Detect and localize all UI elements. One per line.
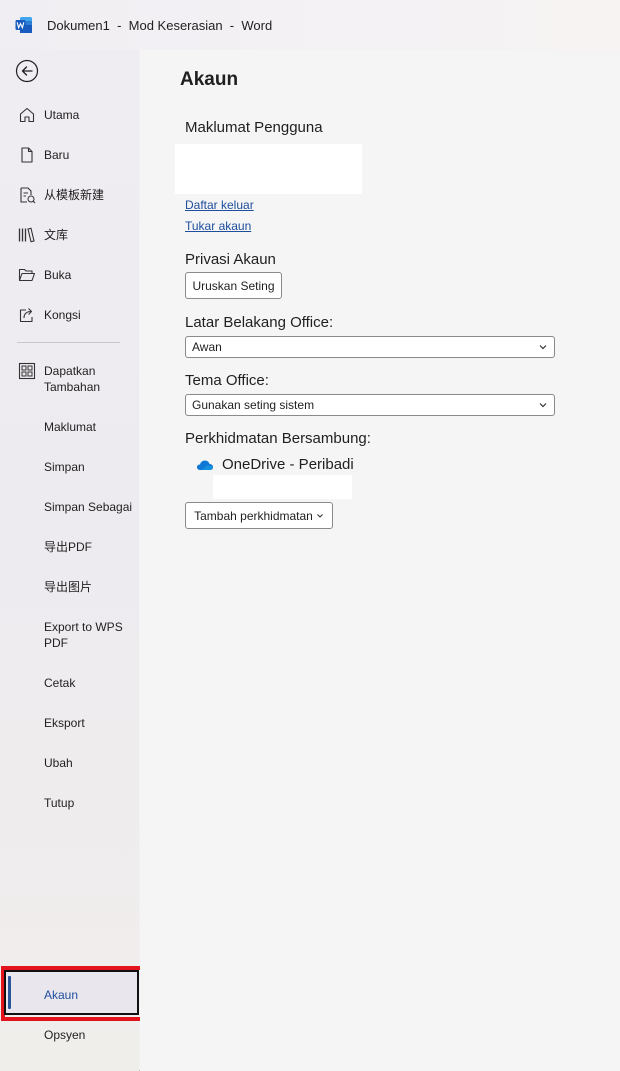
- sidebar-item-opsyen[interactable]: Opsyen: [0, 1017, 139, 1053]
- add-ins-icon: [18, 362, 36, 380]
- sidebar-item-export-image[interactable]: 导出图片: [0, 569, 139, 605]
- onedrive-cloud-icon: [197, 460, 213, 470]
- user-info-box: [175, 144, 362, 194]
- switch-account-link[interactable]: Tukar akaun: [185, 219, 251, 233]
- share-icon: [19, 308, 33, 323]
- sidebar-item-label: Simpan: [44, 460, 85, 474]
- sidebar-item-ubah[interactable]: Ubah: [0, 745, 139, 781]
- template-icon: [20, 187, 36, 204]
- word-logo-icon: [15, 17, 32, 33]
- add-service-button[interactable]: Tambah perkhidmatan: [185, 502, 333, 529]
- folder-open-icon: [18, 268, 36, 282]
- title-bar: Dokumen1 - Mod Keserasian - Word: [0, 0, 620, 50]
- theme-select[interactable]: Gunakan seting sistem: [185, 394, 555, 416]
- sidebar-item-label: Opsyen: [44, 1028, 86, 1042]
- sidebar-item-label: Export to WPS PDF: [44, 620, 123, 650]
- sign-out-link[interactable]: Daftar keluar: [185, 198, 254, 212]
- sidebar-item-label: 导出图片: [44, 580, 93, 594]
- sidebar-item-cetak[interactable]: Cetak: [0, 665, 139, 701]
- sidebar-item-baru[interactable]: Baru: [0, 137, 139, 173]
- sidebar-item-label: Utama: [44, 108, 80, 122]
- sidebar-item-label: Cetak: [44, 676, 76, 690]
- sidebar-item-maklumat[interactable]: Maklumat: [0, 409, 139, 445]
- sidebar-item-add-ins[interactable]: Dapatkan Tambahan: [0, 359, 139, 399]
- sidebar-item-template[interactable]: 从模板新建: [0, 177, 139, 213]
- theme-heading: Tema Office:: [185, 372, 269, 389]
- onedrive-service-label: OneDrive - Peribadi: [222, 456, 354, 473]
- sidebar-item-label: Akaun: [44, 988, 79, 1002]
- sidebar-item-export-pdf[interactable]: 导出PDF: [0, 529, 139, 565]
- onedrive-account-box: [213, 475, 352, 499]
- sidebar-item-label: Eksport: [44, 716, 85, 730]
- home-icon: [19, 107, 35, 123]
- new-document-icon: [21, 147, 33, 163]
- sidebar-item-library[interactable]: 文库: [0, 217, 139, 253]
- background-select-value: Awan: [192, 340, 222, 354]
- sidebar-item-export-wps-pdf[interactable]: Export to WPS PDF: [0, 615, 139, 655]
- page-title: Akaun: [180, 69, 239, 90]
- privacy-heading: Privasi Akaun: [185, 251, 276, 268]
- sidebar-item-label: Dapatkan Tambahan: [44, 364, 101, 394]
- sidebar-item-akaun[interactable]: Akaun: [0, 977, 139, 1013]
- sidebar-item-label: Baru: [44, 148, 70, 162]
- sidebar-item-kongsi[interactable]: Kongsi: [0, 297, 139, 333]
- chevron-down-icon: [539, 403, 547, 408]
- sidebar-item-simpan-sebagai[interactable]: Simpan Sebagai: [0, 489, 139, 525]
- sidebar-item-simpan[interactable]: Simpan: [0, 449, 139, 485]
- sidebar-item-label: Kongsi: [44, 308, 81, 322]
- library-icon: [18, 227, 35, 243]
- sidebar-item-label: Tutup: [44, 796, 75, 810]
- sidebar-item-buka[interactable]: Buka: [0, 257, 139, 293]
- sidebar-item-utama[interactable]: Utama: [0, 97, 139, 133]
- theme-select-value: Gunakan seting sistem: [192, 398, 315, 412]
- services-heading: Perkhidmatan Bersambung:: [185, 430, 371, 447]
- sidebar-item-tutup[interactable]: Tutup: [0, 785, 139, 821]
- sidebar-item-label: 文库: [44, 228, 69, 242]
- sidebar-item-label: 从模板新建: [44, 188, 105, 202]
- sidebar-item-label: Buka: [44, 268, 72, 282]
- sidebar-divider: [17, 342, 120, 343]
- user-info-heading: Maklumat Pengguna: [185, 119, 323, 136]
- add-service-label: Tambah perkhidmatan: [194, 508, 313, 523]
- sidebar-item-eksport[interactable]: Eksport: [0, 705, 139, 741]
- background-select[interactable]: Awan: [185, 336, 555, 358]
- sidebar-item-label: Ubah: [44, 756, 73, 770]
- back-arrow-icon[interactable]: [15, 59, 39, 83]
- sidebar-item-label: Simpan Sebagai: [44, 500, 133, 514]
- sidebar-item-label: Maklumat: [44, 420, 97, 434]
- background-heading: Latar Belakang Office:: [185, 314, 334, 331]
- manage-settings-button[interactable]: Uruskan Seting: [185, 272, 282, 299]
- sidebar-item-label: 导出PDF: [44, 540, 93, 554]
- chevron-down-icon: [539, 345, 547, 350]
- chevron-down-icon: [316, 513, 323, 518]
- window-title: Dokumen1 - Mod Keserasian - Word: [47, 18, 273, 33]
